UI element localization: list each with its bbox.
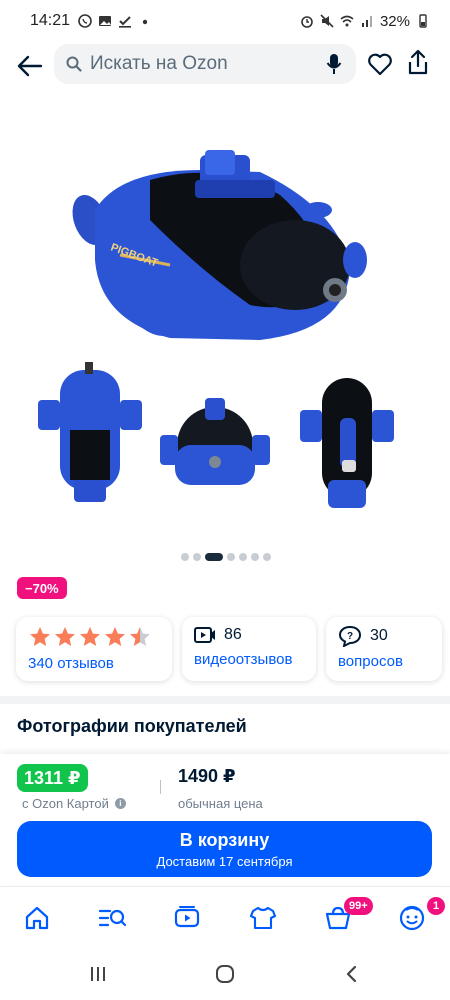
tab-fresh[interactable] (248, 903, 278, 933)
share-icon (408, 49, 428, 75)
ozon-card-price: 1311 ₽ (17, 764, 88, 792)
home-icon (25, 906, 49, 930)
questions-link[interactable]: вопросов (338, 653, 430, 670)
task-icon (119, 16, 132, 28)
tab-home[interactable] (22, 903, 52, 933)
submarine-front-view (160, 398, 270, 485)
share-button[interactable] (404, 48, 432, 76)
alarm-icon (301, 16, 313, 28)
recent-apps-icon (91, 967, 105, 981)
ozon-card-label[interactable]: с Ozon Картой i (22, 796, 126, 811)
battery-icon (419, 14, 427, 28)
add-to-cart-label: В корзину (179, 829, 270, 850)
dot-icon (142, 19, 148, 25)
profile-face-icon (399, 905, 425, 931)
add-to-cart-button[interactable]: В корзину Доставим 17 сентября (17, 821, 432, 877)
status-time: 14:21 (30, 12, 71, 29)
pager-dot[interactable] (181, 553, 189, 561)
home-nav-button[interactable] (213, 962, 237, 986)
recent-apps-button[interactable] (86, 962, 110, 986)
product-image: PIGBOAT (38, 150, 394, 508)
status-notification-icons (78, 14, 152, 28)
submarine-main-view: PIGBOAT (72, 150, 367, 340)
question-bubble-icon: ? (338, 625, 362, 647)
catalog-search-icon (98, 909, 126, 927)
price-separator (160, 780, 161, 794)
submarine-top-view (300, 378, 394, 508)
tab-catalog[interactable] (97, 903, 127, 933)
ozon-card-label-text: с Ozon Картой (22, 796, 109, 811)
video-reviews-card[interactable]: 86 видеоотзывов (182, 617, 316, 681)
viber-icon (78, 14, 92, 28)
back-nav-button[interactable] (340, 962, 364, 986)
submarine-back-view (38, 362, 142, 502)
star-rating-icon (30, 627, 150, 646)
question-count: 30 (370, 627, 388, 644)
cart-count-badge: 99+ (344, 897, 373, 915)
home-nav-icon (216, 965, 234, 983)
search-placeholder: Искать на Ozon (90, 53, 228, 74)
arrow-left-icon (17, 55, 43, 77)
status-system-icons: 32% (300, 13, 430, 30)
regular-price: 1490 ₽ (178, 766, 236, 786)
pager-dot-active[interactable] (205, 553, 223, 561)
info-icon[interactable]: i (114, 798, 126, 809)
battery-level: 32% (379, 12, 410, 30)
bottom-tab-bar: 99+ 1 (0, 886, 450, 946)
pager-dot[interactable] (239, 553, 247, 561)
mute-icon (320, 14, 334, 28)
gallery-icon (99, 16, 112, 26)
gallery-pager[interactable] (181, 553, 271, 561)
search-icon (66, 56, 82, 72)
discount-badge: −70% (17, 577, 67, 599)
favorite-button[interactable] (366, 50, 394, 78)
profile-notification-badge: 1 (427, 897, 445, 915)
pager-dot[interactable] (193, 553, 201, 561)
regular-price-label: обычная цена (178, 796, 263, 811)
video-play-icon (174, 906, 200, 928)
product-gallery[interactable]: PIGBOAT (0, 100, 450, 550)
delivery-date: Доставим 17 сентября (156, 853, 293, 869)
heart-icon (368, 53, 392, 76)
rating-stars (28, 625, 152, 649)
pager-dot[interactable] (227, 553, 235, 561)
back-button[interactable] (14, 50, 46, 82)
status-bar: 14:21 32% (0, 0, 450, 42)
wifi-icon (340, 15, 354, 27)
microphone-icon[interactable] (326, 53, 342, 75)
search-bar[interactable]: Искать на Ozon (54, 44, 356, 84)
pager-dot[interactable] (263, 553, 271, 561)
reviews-link[interactable]: 340 отзывов (28, 655, 160, 672)
svg-text:?: ? (347, 631, 353, 642)
tab-profile[interactable] (397, 903, 427, 933)
video-reviews-link[interactable]: видеоотзывов (194, 651, 304, 668)
tab-video[interactable] (172, 903, 202, 933)
shirt-icon (249, 906, 277, 930)
pager-dot[interactable] (251, 553, 259, 561)
back-nav-icon (346, 965, 357, 983)
signal-icon (361, 16, 372, 27)
section-divider (0, 696, 450, 704)
questions-card[interactable]: ? 30 вопросов (326, 617, 442, 681)
system-navigation-bar (0, 946, 450, 1000)
price-panel: 1311 ₽ с Ozon Картой i 1490 ₽ обычная це… (0, 754, 450, 884)
reviews-card[interactable]: 340 отзывов (16, 617, 172, 681)
customer-photos-title[interactable]: Фотографии покупателей (17, 716, 247, 737)
video-review-icon (194, 627, 215, 643)
top-app-bar: Искать на Ozon (0, 42, 450, 88)
video-review-count: 86 (224, 626, 242, 643)
